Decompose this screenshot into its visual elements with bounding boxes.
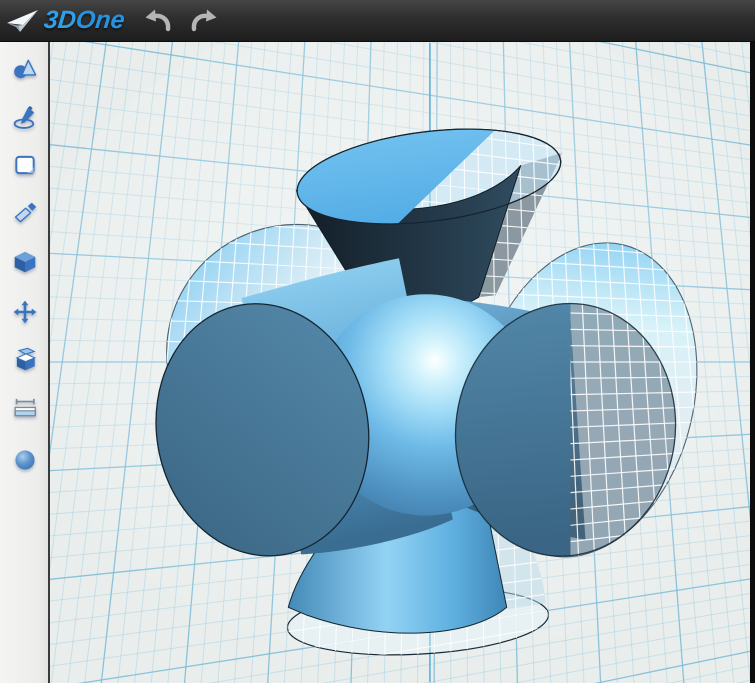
viewport-canvas[interactable] <box>50 42 750 683</box>
sidebar-item-combine[interactable] <box>10 346 40 376</box>
sidebar-item-edit[interactable] <box>10 199 40 229</box>
render-sphere-icon <box>12 447 38 473</box>
brand-3d: 3D <box>43 6 78 34</box>
paper-plane-icon <box>6 8 40 34</box>
toolbar: 3DOne <box>0 0 755 42</box>
primitives-icon <box>12 56 38 82</box>
sidebar-item-measure[interactable] <box>10 393 40 423</box>
undo-button[interactable] <box>141 5 175 37</box>
app-logo: 3DOne <box>6 6 125 35</box>
sketch-plane-icon <box>12 152 38 178</box>
move-arrows-icon <box>12 299 38 325</box>
sidebar-item-basic-solids[interactable] <box>10 55 40 85</box>
trim-tool-icon <box>12 200 38 226</box>
sidebar-item-feature[interactable] <box>10 248 40 278</box>
viewport[interactable] <box>48 42 750 683</box>
redo-button[interactable] <box>187 5 221 37</box>
3done-app-window: 3DOne <box>0 0 755 683</box>
cube-icon <box>12 249 38 275</box>
tool-sidebar <box>0 42 48 683</box>
undo-arrow-icon <box>143 7 173 34</box>
brand-one: One <box>75 6 127 34</box>
sidebar-item-transform[interactable] <box>10 298 40 328</box>
sidebar-item-plane[interactable] <box>10 151 40 181</box>
sidebar-item-material[interactable] <box>10 446 40 476</box>
sketch-pen-icon <box>12 104 38 130</box>
redo-arrow-icon <box>189 7 219 34</box>
sidebar-item-sketch[interactable] <box>10 103 40 133</box>
brand-text: 3DOne <box>42 6 126 35</box>
main-area <box>0 42 755 683</box>
combine-cube-icon <box>12 347 38 373</box>
window-edge-strip <box>750 42 755 683</box>
measure-icon <box>12 394 38 420</box>
